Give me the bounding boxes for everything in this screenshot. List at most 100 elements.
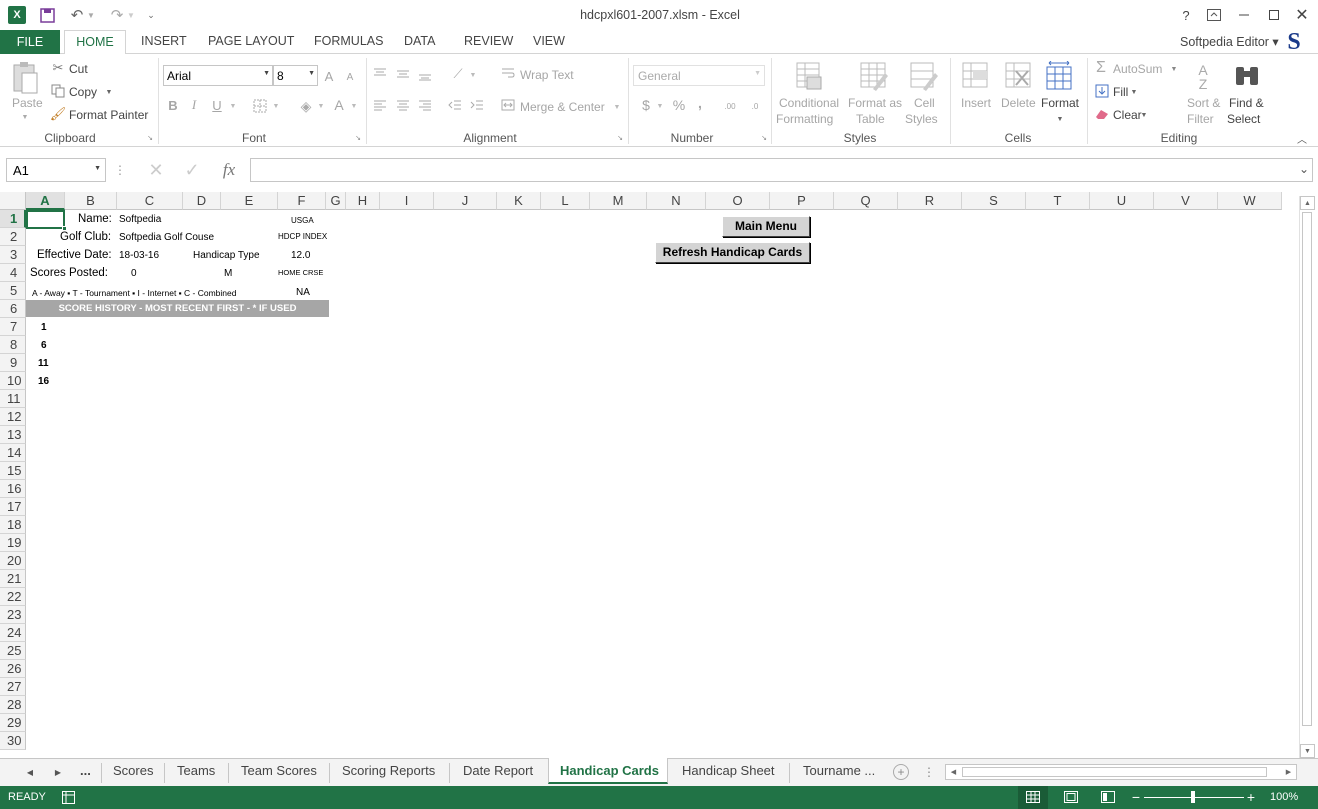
decrease-decimal-icon[interactable]: .0: [745, 99, 765, 113]
row-header[interactable]: 29: [0, 714, 26, 732]
horizontal-scrollbar[interactable]: ◀ ▶: [945, 764, 1297, 780]
increase-indent-icon[interactable]: [469, 98, 485, 112]
column-header[interactable]: K: [497, 192, 541, 210]
comma-icon[interactable]: ,: [695, 95, 705, 111]
column-header[interactable]: R: [898, 192, 962, 210]
scroll-tabs-left-icon[interactable]: ◀: [24, 765, 36, 779]
fill-down-icon[interactable]: [1094, 83, 1110, 99]
sheet-tab-teams[interactable]: Teams: [177, 763, 215, 778]
scroll-thumb[interactable]: [1302, 212, 1312, 726]
cell-styles-line2[interactable]: Styles: [905, 112, 938, 126]
insert-function-icon[interactable]: fx: [216, 160, 242, 180]
format-cells-icon[interactable]: [1044, 60, 1074, 94]
column-header[interactable]: B: [65, 192, 117, 210]
currency-dropdown-icon[interactable]: ▼: [656, 101, 664, 111]
italic-icon[interactable]: I: [187, 97, 201, 113]
column-header[interactable]: E: [221, 192, 278, 210]
cut-icon[interactable]: ✂: [50, 60, 66, 76]
copy-button[interactable]: Copy: [69, 85, 97, 99]
copy-icon[interactable]: [50, 83, 66, 99]
conditional-formatting-icon[interactable]: [794, 60, 826, 94]
active-cell[interactable]: [26, 210, 65, 229]
tab-view[interactable]: VIEW: [533, 34, 565, 48]
redo-dropdown-icon[interactable]: ▼: [127, 9, 135, 21]
copy-dropdown-icon[interactable]: ▼: [104, 87, 114, 97]
sheet-tab-handicap-sheet[interactable]: Handicap Sheet: [682, 763, 775, 778]
row-header[interactable]: 20: [0, 552, 26, 570]
find-select-line2[interactable]: Select: [1227, 112, 1260, 126]
user-name[interactable]: Softpedia Editor ▾: [1180, 34, 1279, 49]
insert-cells-button[interactable]: Insert: [961, 96, 991, 110]
fill-button[interactable]: Fill: [1113, 85, 1128, 99]
help-icon[interactable]: ?: [1178, 6, 1194, 24]
orientation-dropdown-icon[interactable]: ▼: [469, 70, 477, 80]
underline-icon[interactable]: U: [210, 97, 224, 113]
macro-record-icon[interactable]: [61, 790, 75, 804]
insert-cells-icon[interactable]: [960, 60, 990, 94]
align-center-icon[interactable]: [395, 98, 411, 112]
column-header[interactable]: H: [346, 192, 380, 210]
row-header[interactable]: 6: [0, 300, 26, 318]
conditional-formatting-line1[interactable]: Conditional: [779, 96, 839, 110]
sort-filter-icon[interactable]: AZ: [1188, 60, 1218, 94]
collapse-ribbon-icon[interactable]: ︿: [1295, 132, 1309, 146]
expand-formula-icon[interactable]: ⌄: [1299, 162, 1309, 176]
column-header[interactable]: P: [770, 192, 834, 210]
align-top-icon[interactable]: [372, 66, 388, 80]
fill-dropdown-icon[interactable]: ▼: [1130, 87, 1138, 97]
row-header[interactable]: 14: [0, 444, 26, 462]
delete-cells-button[interactable]: Delete: [1001, 96, 1036, 110]
name-box[interactable]: A1 ▼: [6, 158, 106, 182]
row-header[interactable]: 28: [0, 696, 26, 714]
autosum-button[interactable]: AutoSum: [1113, 62, 1162, 76]
tab-data[interactable]: DATA: [404, 34, 435, 48]
undo-dropdown-icon[interactable]: ▼: [87, 9, 95, 21]
customize-toolbar-icon[interactable]: ⌄: [145, 8, 157, 22]
find-select-line1[interactable]: Find &: [1229, 96, 1264, 110]
minimize-icon[interactable]: [1236, 8, 1252, 22]
tab-review[interactable]: REVIEW: [464, 34, 513, 48]
bold-icon[interactable]: B: [166, 97, 180, 113]
eraser-icon[interactable]: [1094, 106, 1110, 122]
more-sheets-left[interactable]: ...: [80, 763, 91, 778]
binoculars-icon[interactable]: [1232, 60, 1262, 94]
fill-color-icon[interactable]: ◈: [297, 97, 315, 115]
shrink-font-icon[interactable]: A: [344, 70, 356, 84]
row-header[interactable]: 8: [0, 336, 26, 354]
tab-formulas[interactable]: FORMULAS: [314, 34, 383, 48]
format-as-table-line2[interactable]: Table: [856, 112, 885, 126]
undo-icon[interactable]: ↶: [68, 7, 86, 24]
maximize-icon[interactable]: [1266, 8, 1282, 22]
paste-button[interactable]: Paste: [12, 96, 43, 110]
save-icon[interactable]: [39, 7, 55, 23]
percent-icon[interactable]: %: [671, 97, 687, 113]
wrap-text-button[interactable]: Wrap Text: [520, 68, 574, 82]
tab-file[interactable]: FILE: [0, 30, 60, 54]
normal-view-icon[interactable]: [1025, 790, 1041, 804]
merge-center-icon[interactable]: [500, 98, 516, 112]
sheet-tab-team-scores[interactable]: Team Scores: [241, 763, 317, 778]
clipboard-launcher-icon[interactable]: ↘: [146, 134, 154, 142]
tab-insert[interactable]: INSERT: [141, 34, 187, 48]
autosum-dropdown-icon[interactable]: ▼: [1170, 64, 1178, 74]
format-dropdown-icon[interactable]: ▼: [1055, 114, 1065, 124]
zoom-out-icon[interactable]: −: [1130, 789, 1142, 805]
clear-button[interactable]: Clear: [1113, 108, 1142, 122]
row-header[interactable]: 4: [0, 264, 26, 282]
row-header[interactable]: 13: [0, 426, 26, 444]
delete-cells-icon[interactable]: [1003, 60, 1033, 94]
row-header[interactable]: 10: [0, 372, 26, 390]
scroll-tabs-right-icon[interactable]: ▶: [52, 765, 64, 779]
borders-icon[interactable]: [252, 98, 268, 114]
row-header[interactable]: 25: [0, 642, 26, 660]
row-header[interactable]: 5: [0, 282, 26, 300]
sort-filter-line1[interactable]: Sort &: [1187, 96, 1220, 110]
font-launcher-icon[interactable]: ↘: [354, 134, 362, 142]
sort-filter-line2[interactable]: Filter: [1187, 112, 1214, 126]
sheet-tab-tournament[interactable]: Tourname ...: [803, 763, 875, 778]
row-header[interactable]: 12: [0, 408, 26, 426]
vertical-scrollbar[interactable]: ▲ ▼: [1299, 196, 1315, 758]
column-header[interactable]: L: [541, 192, 590, 210]
format-cells-button[interactable]: Format: [1041, 96, 1079, 110]
splitter-icon[interactable]: ⋮: [923, 764, 935, 780]
